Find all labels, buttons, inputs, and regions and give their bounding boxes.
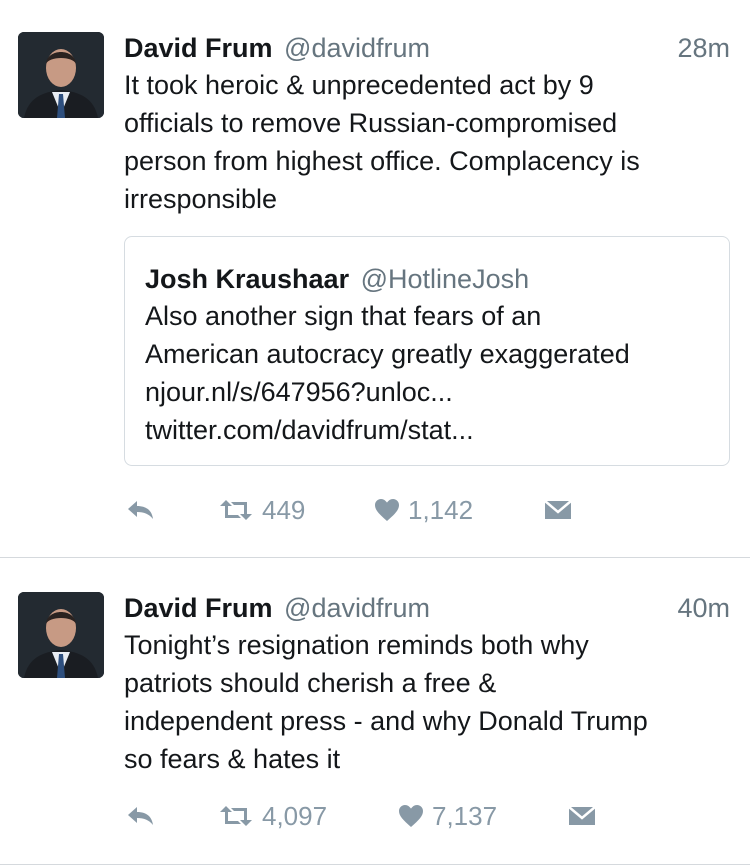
author-handle[interactable]: @davidfrum xyxy=(284,593,430,623)
retweet-icon xyxy=(220,500,252,520)
tweet-divider xyxy=(0,557,750,558)
quoted-tweet[interactable]: Josh Kraushaar @HotlineJosh Also another… xyxy=(124,236,730,466)
avatar[interactable] xyxy=(18,32,104,118)
quoted-text-line: Also another sign that fears of an xyxy=(145,301,542,331)
tweet-text: It took heroic & unprecedented act by 9 … xyxy=(124,66,730,218)
avatar-image xyxy=(18,592,104,678)
like-count: 7,137 xyxy=(432,800,498,831)
like-button[interactable]: 7,137 xyxy=(398,796,497,836)
tweet-text-line: independent press - and why Donald Trump xyxy=(124,706,648,736)
tweet[interactable]: David Frum @davidfrum 28m It took heroic… xyxy=(0,0,750,558)
tweet-text-line: person from highest office. Complacency … xyxy=(124,146,640,176)
tweet-divider xyxy=(0,864,750,865)
tweet[interactable]: David Frum @davidfrum 40m Tonight’s resi… xyxy=(0,560,750,866)
tweet-text-line: Tonight’s resignation reminds both why xyxy=(124,630,589,660)
tweet-text-line: so fears & hates it xyxy=(124,744,341,774)
quoted-link[interactable]: twitter.com/davidfrum/stat... xyxy=(145,411,715,449)
heart-icon xyxy=(375,499,399,521)
retweet-count: 4,097 xyxy=(262,800,328,831)
retweet-button[interactable]: 449 xyxy=(218,490,305,530)
tweet-text-line: irresponsible xyxy=(124,184,278,214)
quoted-author-handle: @HotlineJosh xyxy=(360,264,530,294)
tweet-text-line: officials to remove Russian-compromised xyxy=(124,108,618,138)
timestamp[interactable]: 28m xyxy=(677,30,730,66)
message-button[interactable] xyxy=(544,490,572,530)
author-handle[interactable]: @davidfrum xyxy=(284,33,430,63)
quoted-tweet-text: Also another sign that fears of an Ameri… xyxy=(145,297,715,449)
like-button[interactable]: 1,142 xyxy=(374,490,473,530)
reply-button[interactable] xyxy=(126,490,156,530)
retweet-button[interactable]: 4,097 xyxy=(218,796,327,836)
quoted-tweet-header: Josh Kraushaar @HotlineJosh xyxy=(145,261,529,297)
reply-icon xyxy=(128,501,153,519)
author-name[interactable]: David Frum xyxy=(124,33,273,63)
message-button[interactable] xyxy=(568,796,596,836)
avatar-image xyxy=(18,32,104,118)
tweet-actions: 4,097 7,137 xyxy=(124,796,604,836)
retweet-count: 449 xyxy=(262,494,306,525)
tweet-text-line: It took heroic & unprecedented act by 9 xyxy=(124,70,594,100)
like-count: 1,142 xyxy=(408,494,474,525)
tweet-text-line: patriots should cherish a free & xyxy=(124,668,497,698)
reply-icon xyxy=(128,807,153,825)
timestamp[interactable]: 40m xyxy=(677,590,730,626)
envelope-icon xyxy=(568,806,596,825)
tweet-header: David Frum @davidfrum 28m xyxy=(124,30,730,66)
tweet-text: Tonight’s resignation reminds both why p… xyxy=(124,626,730,778)
envelope-icon xyxy=(544,500,572,519)
avatar[interactable] xyxy=(18,592,104,678)
quoted-text-line: American autocracy greatly exaggerated xyxy=(145,339,630,369)
heart-icon xyxy=(399,805,423,827)
reply-button[interactable] xyxy=(126,796,156,836)
tweet-header: David Frum @davidfrum 40m xyxy=(124,590,730,626)
quoted-link[interactable]: njour.nl/s/647956?unloc... xyxy=(145,373,715,411)
author-name[interactable]: David Frum xyxy=(124,593,273,623)
retweet-icon xyxy=(220,806,252,826)
tweet-actions: 449 1,142 xyxy=(124,490,604,530)
quoted-author-name: Josh Kraushaar xyxy=(145,264,350,294)
